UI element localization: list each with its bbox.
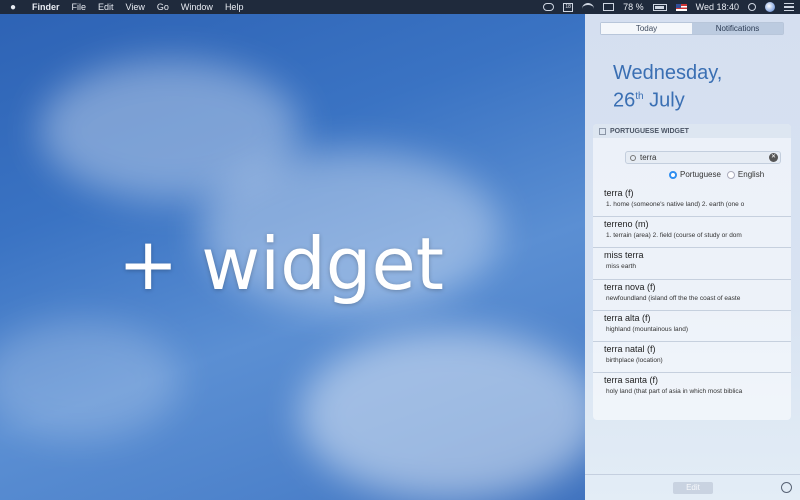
notification-center-icon[interactable] [784,3,794,11]
result-term: terra (f) [604,188,634,198]
today-notifications-toggle: Today Notifications [600,22,784,35]
clear-search-icon[interactable]: ✕ [769,153,778,162]
edit-button[interactable]: Edit [673,482,713,494]
radio-english[interactable] [726,170,735,179]
list-item[interactable]: terra alta (f) highland (mountainous lan… [593,311,791,342]
menu-edit[interactable]: Edit [98,2,114,12]
radio-portuguese[interactable] [669,170,677,179]
menu-app-finder[interactable]: Finder [32,2,60,12]
battery-percent[interactable]: 78 % [623,2,644,12]
result-definition: holy land (that part of asia in which mo… [606,388,743,396]
notification-center-footer: Edit [585,474,800,500]
airplay-icon[interactable] [603,3,615,11]
input-source-flag-icon[interactable] [675,3,687,11]
list-item[interactable]: terra nova (f) newfoundland (island off … [593,280,791,311]
date-month: July [649,89,685,112]
result-term: terra natal (f) [604,343,656,354]
list-item[interactable]: miss terra miss earth [593,248,791,280]
result-term: terra alta (f) [604,312,651,323]
result-term: terreno (m) [604,219,649,230]
siri-icon[interactable] [765,2,775,12]
portuguese-widget: PORTUGUESE WIDGET terra ✕ Portuguese Eng… [593,124,791,420]
widget-title: PORTUGUESE WIDGET [610,127,689,135]
language-radio-group: Portuguese English [663,170,764,179]
widget-header: PORTUGUESE WIDGET [593,124,791,138]
battery-icon[interactable] [652,3,667,11]
result-term: terra nova (f) [604,281,656,292]
creative-cloud-icon[interactable] [543,3,555,11]
result-definition: miss earth [606,263,636,271]
menu-file[interactable]: File [72,2,87,12]
result-definition: newfoundland (island off the the coast o… [606,294,741,302]
status-area: 18 78 % Wed 18:40 [534,2,800,12]
date-weekday: Wednesday, [613,62,723,84]
cloud [300,330,600,500]
menu-view[interactable]: View [126,2,145,12]
gear-icon[interactable] [781,482,792,493]
date-day-month: 26th July [613,85,722,113]
list-item[interactable]: terra (f) 1. home (someone's native land… [593,186,791,218]
calendar-icon[interactable]: 18 [563,2,574,12]
list-item[interactable]: terra santa (f) holy land (that part of … [593,373,791,404]
list-item[interactable]: terra natal (f) birthplace (location) [593,342,791,374]
notification-center: Today Notifications Wednesday, 26th July… [585,14,800,500]
radio-portuguese-label[interactable]: Portuguese [680,170,721,179]
menu-bar: ● Finder File Edit View Go Window Help 1… [0,0,800,14]
search-icon [630,154,636,161]
result-definition: highland (mountainous land) [606,325,689,333]
cloud [0,320,180,440]
date-suffix: th [635,91,644,102]
menu-go[interactable]: Go [157,2,169,12]
search-input[interactable]: terra ✕ [625,151,781,164]
result-definition: 1. home (someone's native land) 2. earth… [606,201,745,208]
result-term: miss terra [604,250,644,261]
tab-notifications[interactable]: Notifications [692,23,783,34]
radio-english-label[interactable]: English [738,170,764,179]
menu-help[interactable]: Help [225,2,244,12]
tab-today[interactable]: Today [601,23,692,34]
apple-menu-icon[interactable]: ● [10,2,20,13]
results-list: terra (f) 1. home (someone's native land… [593,186,791,404]
result-definition: birthplace (location) [606,356,663,364]
clock[interactable]: Wed 18:40 [696,2,739,12]
search-input-value: terra [640,153,657,162]
promo-text: + widget [118,222,445,306]
date-day: 26 [613,89,636,112]
spotlight-search-icon[interactable] [748,3,756,11]
today-date: Wednesday, 26th July [613,62,722,113]
list-item[interactable]: terreno (m) 1. terrain (area) 2. field (… [593,217,791,249]
result-definition: 1. terrain (area) 2. field (course of st… [606,232,742,240]
menu-window[interactable]: Window [181,2,213,12]
result-term: terra santa (f) [604,375,659,386]
wifi-icon[interactable] [582,3,595,11]
widget-app-icon [599,127,606,135]
